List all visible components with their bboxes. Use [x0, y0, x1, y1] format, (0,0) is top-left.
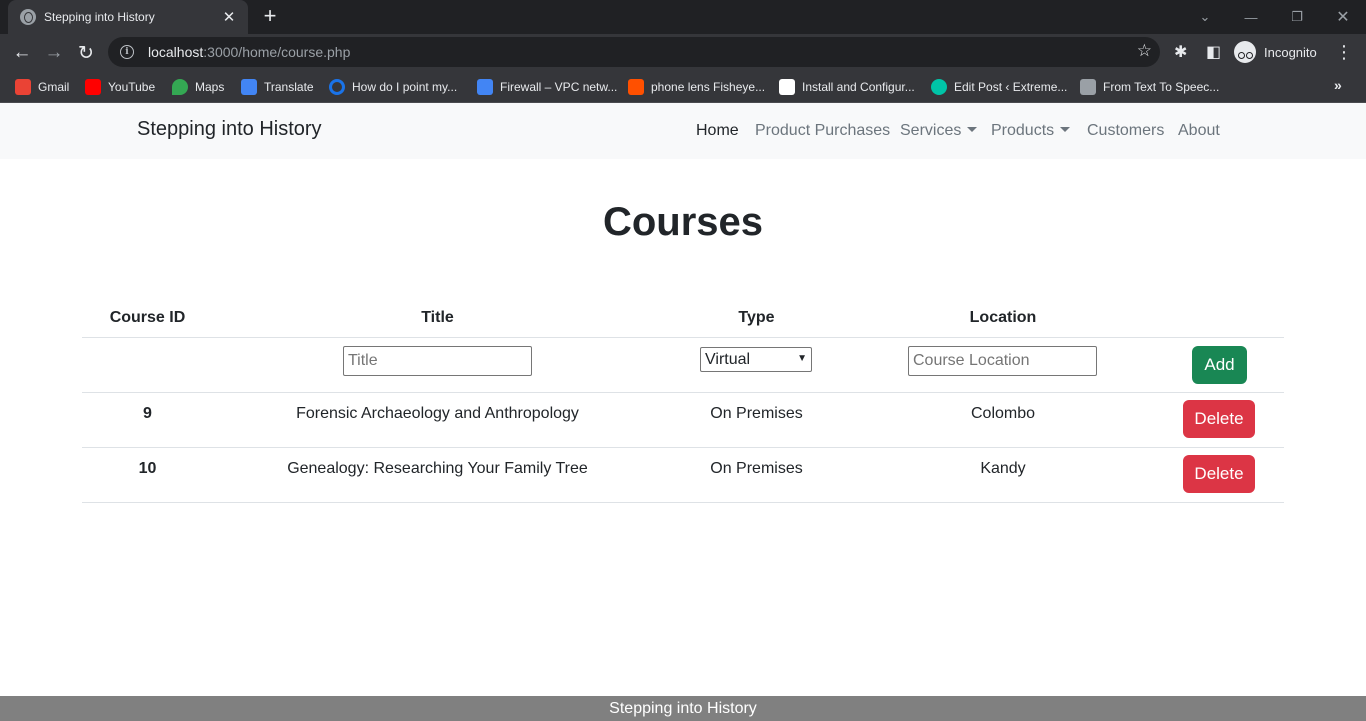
caret-down-icon — [1060, 127, 1071, 132]
incognito-icon — [1234, 41, 1256, 63]
bookmark-youtube[interactable]: YouTube — [85, 77, 155, 97]
course-id: 10 — [138, 460, 157, 477]
close-tab-icon[interactable]: ✕ — [220, 8, 238, 26]
ut-icon — [779, 79, 795, 95]
new-course-row: Virtual ▼ Add — [82, 338, 1284, 393]
bookmark-point-domain[interactable]: How do I point my... — [329, 77, 457, 97]
bookmark-firewall[interactable]: Firewall – VPC netw... — [477, 77, 617, 97]
header-title: Title — [421, 309, 454, 326]
youtube-icon — [85, 79, 101, 95]
forward-icon[interactable]: → — [39, 38, 69, 68]
nav-about[interactable]: About — [1178, 122, 1220, 140]
bookmark-fisheye[interactable]: phone lens Fisheye... — [628, 77, 765, 97]
close-window-icon[interactable]: ✕ — [1320, 0, 1366, 34]
delete-button[interactable]: Delete — [1183, 400, 1255, 438]
incognito-label: Incognito — [1264, 44, 1317, 60]
globe-icon — [20, 9, 36, 25]
browser-tabstrip: Stepping into History ✕ + ⌄ — ❐ ✕ — [0, 0, 1366, 34]
side-panel-icon[interactable]: ◧ — [1206, 42, 1221, 62]
table-header-row: Course ID Title Type Location — [82, 298, 1284, 338]
nav-product-purchases[interactable]: Product Purchases — [755, 122, 890, 140]
delete-button[interactable]: Delete — [1183, 455, 1255, 493]
reload-icon[interactable]: ↻ — [71, 38, 101, 68]
speech-icon — [1080, 79, 1096, 95]
url-text[interactable]: localhost:3000/home/course.php — [148, 44, 350, 60]
course-title: Forensic Archaeology and Anthropology — [296, 405, 579, 422]
vpc-network-icon — [477, 79, 493, 95]
navbar-brand[interactable]: Stepping into History — [137, 118, 322, 141]
bookmark-translate[interactable]: Translate — [241, 77, 314, 97]
page-title: Courses — [602, 200, 764, 244]
translate-icon — [241, 79, 257, 95]
header-course-id: Course ID — [109, 309, 186, 326]
table-row: 9 Forensic Archaeology and Anthropology … — [82, 393, 1284, 448]
chevron-down-icon: ▼ — [797, 353, 807, 364]
digitalocean-icon — [329, 79, 345, 95]
nav-services-dropdown[interactable]: Services — [900, 122, 978, 140]
nav-home[interactable]: Home — [696, 122, 739, 140]
browser-tab[interactable]: Stepping into History ✕ — [8, 0, 248, 34]
bookmark-install[interactable]: Install and Configur... — [779, 77, 915, 97]
site-info-icon[interactable]: i — [120, 45, 134, 59]
restore-icon[interactable]: ❐ — [1274, 0, 1320, 34]
new-tab-button[interactable]: + — [256, 4, 284, 30]
add-course-button[interactable]: Add — [1192, 346, 1247, 384]
course-title: Genealogy: Researching Your Family Tree — [287, 460, 588, 477]
bookmark-edit-post[interactable]: Edit Post ‹ Extreme... — [931, 77, 1067, 97]
tab-search-icon[interactable]: ⌄ — [1182, 0, 1228, 34]
header-type: Type — [738, 309, 775, 326]
aliexpress-icon — [628, 79, 644, 95]
bookmarks-bar: Gmail YouTube Maps Translate How do I po… — [0, 71, 1366, 103]
course-location: Kandy — [980, 460, 1026, 477]
gmail-icon — [15, 79, 31, 95]
extreme-icon — [931, 79, 947, 95]
course-id: 9 — [143, 405, 152, 422]
maps-icon — [172, 79, 188, 95]
course-type: On Premises — [710, 460, 803, 477]
location-input[interactable] — [908, 346, 1097, 376]
caret-down-icon — [967, 127, 978, 132]
nav-products-dropdown[interactable]: Products — [991, 122, 1071, 140]
more-bookmarks-icon[interactable]: » — [1334, 77, 1342, 93]
address-bar[interactable]: i localhost:3000/home/course.php ☆ — [108, 37, 1160, 67]
tab-title: Stepping into History — [44, 10, 155, 24]
back-icon[interactable]: ← — [7, 38, 37, 68]
minimize-icon[interactable]: — — [1228, 0, 1274, 34]
courses-table: Course ID Title Type Location Virtual ▼ … — [82, 298, 1284, 503]
type-select-value: Virtual — [705, 350, 751, 368]
bookmark-gmail[interactable]: Gmail — [15, 77, 69, 97]
nav-customers[interactable]: Customers — [1087, 122, 1164, 140]
bookmark-text-to-speech[interactable]: From Text To Speec... — [1080, 77, 1219, 97]
type-select[interactable]: Virtual ▼ — [700, 347, 812, 372]
site-navbar: Stepping into History Home Product Purch… — [0, 103, 1366, 159]
extensions-icon[interactable]: ✱ — [1174, 42, 1187, 62]
header-location: Location — [969, 309, 1037, 326]
browser-toolbar: ← → ↻ i localhost:3000/home/course.php ☆… — [0, 34, 1366, 71]
course-location: Colombo — [970, 405, 1036, 422]
site-footer: Stepping into History — [0, 696, 1366, 721]
course-type: On Premises — [710, 405, 803, 422]
title-input[interactable] — [343, 346, 532, 376]
table-row: 10 Genealogy: Researching Your Family Tr… — [82, 448, 1284, 503]
bookmark-maps[interactable]: Maps — [172, 77, 224, 97]
browser-menu-icon[interactable]: ⋮ — [1334, 38, 1354, 68]
bookmark-star-icon[interactable]: ☆ — [1137, 41, 1152, 61]
